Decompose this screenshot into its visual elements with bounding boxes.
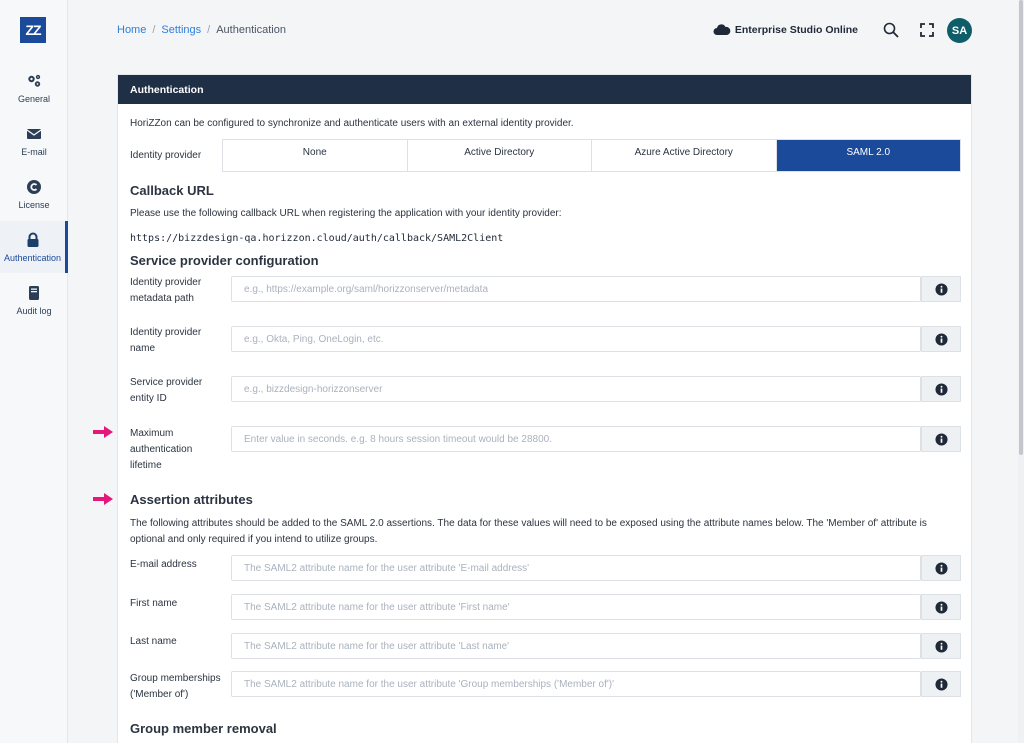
field-label-max-auth-lifetime: Maximum authentication lifetime <box>130 428 193 471</box>
info-button[interactable] <box>921 326 961 352</box>
sidebar-item-general[interactable]: General <box>0 62 68 114</box>
breadcrumb-home[interactable]: Home <box>117 24 146 36</box>
identity-provider-selector: None Active Directory Azure Active Direc… <box>222 139 961 172</box>
identity-provider-label: Identity provider <box>130 150 202 161</box>
info-icon <box>934 432 948 446</box>
sidebar-item-label: Authentication <box>3 253 62 263</box>
breadcrumb: Home / Settings / Authentication <box>117 24 286 36</box>
field-label-first-name: First name <box>130 598 178 609</box>
sidebar-item-license[interactable]: License <box>0 168 68 220</box>
callback-url: https://bizzdesign-qa.horizzon.cloud/aut… <box>130 233 504 244</box>
avatar[interactable]: SA <box>947 18 972 43</box>
annotation-arrow-icon <box>93 493 113 505</box>
annotation-arrow-icon <box>93 426 113 438</box>
info-button[interactable] <box>921 594 961 620</box>
sidebar-item-label: Audit log <box>16 306 52 316</box>
info-icon <box>934 382 948 396</box>
cloud-icon <box>713 24 731 35</box>
callback-text: Please use the following callback URL wh… <box>130 208 562 219</box>
info-button[interactable] <box>921 376 961 402</box>
entity-id-input[interactable] <box>231 376 921 402</box>
field-label-entity-id: Service provider entity ID <box>130 377 203 404</box>
idp-option-saml2[interactable]: SAML 2.0 <box>776 140 960 171</box>
assertion-text: The following attributes should be added… <box>130 518 927 545</box>
first-name-attribute-input[interactable] <box>231 594 921 620</box>
book-icon <box>25 284 43 302</box>
info-icon <box>934 639 948 653</box>
info-button[interactable] <box>921 671 961 697</box>
field-label-metadata-path: Identity provider metadata path <box>130 277 202 304</box>
sidebar: ZZ General E-mail License Authentication… <box>0 0 68 743</box>
authentication-card: Authentication HoriZZon can be configure… <box>117 74 972 743</box>
group-memberships-attribute-input[interactable] <box>231 671 921 697</box>
info-icon <box>934 677 948 691</box>
field-label-email: E-mail address <box>130 559 197 570</box>
gears-icon <box>25 72 43 90</box>
sidebar-item-label: E-mail <box>21 147 47 157</box>
last-name-attribute-input[interactable] <box>231 633 921 659</box>
scrollbar[interactable] <box>1018 0 1024 743</box>
group-removal-title: Group member removal <box>130 721 277 736</box>
info-icon <box>934 600 948 614</box>
info-button[interactable] <box>921 555 961 581</box>
idp-option-active-directory[interactable]: Active Directory <box>408 140 592 171</box>
info-icon <box>934 561 948 575</box>
info-icon <box>934 332 948 346</box>
max-auth-lifetime-input[interactable] <box>231 426 921 452</box>
callback-title: Callback URL <box>130 183 214 198</box>
sidebar-item-label: General <box>17 94 51 104</box>
card-title: Authentication <box>118 75 971 104</box>
sidebar-item-label: License <box>18 200 50 210</box>
sp-config-title: Service provider configuration <box>130 253 319 268</box>
fullscreen-icon[interactable] <box>916 19 938 41</box>
idp-name-input[interactable] <box>231 326 921 352</box>
sidebar-item-email[interactable]: E-mail <box>0 115 68 167</box>
breadcrumb-separator: / <box>152 24 156 36</box>
environment-selector[interactable]: Enterprise Studio Online <box>713 24 858 36</box>
breadcrumb-current: Authentication <box>216 24 286 36</box>
info-button[interactable] <box>921 276 961 302</box>
breadcrumb-settings[interactable]: Settings <box>161 24 201 36</box>
breadcrumb-separator: / <box>207 24 211 36</box>
lock-icon <box>24 231 42 249</box>
app-logo[interactable]: ZZ <box>20 17 46 43</box>
scrollbar-thumb[interactable] <box>1019 0 1023 455</box>
search-icon[interactable] <box>880 19 902 41</box>
header-toolbar: Enterprise Studio Online <box>713 17 974 43</box>
environment-name: Enterprise Studio Online <box>734 24 858 36</box>
copyright-icon <box>25 178 43 196</box>
intro-text: HoriZZon can be configured to synchroniz… <box>130 118 574 129</box>
field-label-last-name: Last name <box>130 636 177 647</box>
info-icon <box>934 282 948 296</box>
metadata-path-input[interactable] <box>231 276 921 302</box>
info-button[interactable] <box>921 633 961 659</box>
field-label-group-memberships: Group memberships ('Member of') <box>130 673 221 700</box>
envelope-icon <box>25 125 43 143</box>
field-label-idp-name: Identity provider name <box>130 327 202 354</box>
info-button[interactable] <box>921 426 961 452</box>
idp-option-azure-ad[interactable]: Azure Active Directory <box>592 140 777 171</box>
assertion-title: Assertion attributes <box>130 492 253 507</box>
email-attribute-input[interactable] <box>231 555 921 581</box>
idp-option-none[interactable]: None <box>223 140 408 171</box>
sidebar-item-audit-log[interactable]: Audit log <box>0 274 68 326</box>
sidebar-item-authentication[interactable]: Authentication <box>0 221 68 273</box>
